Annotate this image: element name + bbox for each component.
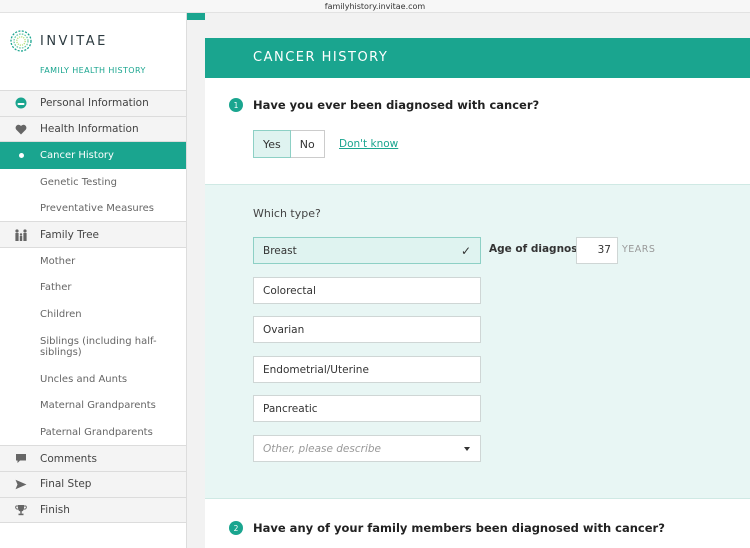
sidebar-item-label: Uncles and Aunts bbox=[40, 373, 128, 385]
option-label: Pancreatic bbox=[263, 402, 318, 415]
sidebar-item-label: Finish bbox=[40, 503, 70, 516]
sidebar-item-preventative-measures[interactable]: Preventative Measures bbox=[0, 196, 186, 223]
family-icon bbox=[14, 229, 28, 241]
cancer-type-option-pancreatic[interactable]: Pancreatic bbox=[253, 395, 481, 422]
page-title: CANCER HISTORY bbox=[205, 38, 750, 78]
send-icon bbox=[14, 478, 28, 490]
sidebar-item-label: Final Step bbox=[40, 478, 92, 491]
sidebar-item-children[interactable]: Children bbox=[0, 302, 186, 329]
active-dot-icon bbox=[14, 150, 28, 162]
option-label: Endometrial/Uterine bbox=[263, 363, 369, 376]
sidebar-item-label: Health Information bbox=[40, 123, 139, 135]
sidebar-item-label: Children bbox=[40, 309, 82, 321]
age-unit-label: YEARS bbox=[622, 244, 656, 255]
sidebar-item-label: Father bbox=[40, 282, 72, 294]
progress-indicator bbox=[187, 13, 205, 20]
sidebar-item-uncles-and-aunts[interactable]: Uncles and Aunts bbox=[0, 366, 186, 393]
comment-icon bbox=[14, 453, 28, 465]
sidebar-item-genetic-testing[interactable]: Genetic Testing bbox=[0, 169, 186, 196]
sidebar-item-father[interactable]: Father bbox=[0, 275, 186, 302]
sidebar-item-label: Cancer History bbox=[40, 149, 114, 161]
brand-name: INVITAE bbox=[40, 34, 108, 49]
question-number: 1 bbox=[229, 98, 243, 112]
sidebar-item-paternal-grandparents[interactable]: Paternal Grandparents bbox=[0, 420, 186, 447]
question-number: 2 bbox=[229, 521, 243, 535]
url-text: familyhistory.invitae.com bbox=[324, 2, 426, 11]
sidebar: INVITAE FAMILY HEALTH HISTORY Personal I… bbox=[0, 13, 187, 548]
sidebar-item-label: Maternal Grandparents bbox=[40, 400, 156, 412]
sidebar-item-label: Personal Information bbox=[40, 97, 149, 110]
age-of-diagnosis-label: Age of diagnosis bbox=[489, 243, 588, 255]
other-cancer-dropdown[interactable]: Other, please describe bbox=[253, 435, 481, 462]
option-label: Ovarian bbox=[263, 323, 305, 336]
sidebar-item-comments[interactable]: Comments bbox=[0, 445, 186, 472]
yes-button[interactable]: Yes bbox=[253, 130, 291, 158]
cancer-type-option-endometrial[interactable]: Endometrial/Uterine bbox=[253, 356, 481, 383]
sidebar-item-personal-information[interactable]: Personal Information bbox=[0, 90, 186, 117]
sidebar-item-cancer-history[interactable]: Cancer History bbox=[0, 142, 186, 170]
browser-url-bar[interactable]: familyhistory.invitae.com bbox=[0, 0, 750, 13]
invitae-logo-icon bbox=[10, 30, 32, 52]
brand-subtitle: FAMILY HEALTH HISTORY bbox=[40, 66, 146, 75]
sidebar-nav: Personal Information Health Information … bbox=[0, 90, 186, 524]
heart-icon bbox=[14, 123, 28, 135]
sidebar-item-label: Family Tree bbox=[40, 228, 100, 241]
sidebar-item-siblings[interactable]: Siblings (including half-siblings) bbox=[0, 328, 186, 366]
sidebar-item-label: Paternal Grandparents bbox=[40, 427, 153, 439]
which-type-label: Which type? bbox=[253, 207, 321, 220]
other-placeholder: Other, please describe bbox=[263, 442, 381, 455]
sidebar-item-label: Preventative Measures bbox=[40, 203, 155, 215]
sidebar-item-health-information[interactable]: Health Information bbox=[0, 115, 186, 143]
brand: INVITAE FAMILY HEALTH HISTORY bbox=[0, 13, 186, 91]
trophy-icon bbox=[14, 504, 28, 516]
sidebar-item-family-tree[interactable]: Family Tree bbox=[0, 221, 186, 249]
option-label: Colorectal bbox=[263, 284, 316, 297]
sidebar-item-label: Genetic Testing bbox=[40, 176, 117, 188]
sidebar-item-finish[interactable]: Finish bbox=[0, 496, 186, 524]
cancer-type-option-breast[interactable]: Breast ✓ bbox=[253, 237, 481, 264]
sidebar-item-final-step[interactable]: Final Step bbox=[0, 470, 186, 498]
no-button[interactable]: No bbox=[290, 130, 325, 158]
face-icon bbox=[14, 97, 28, 109]
sidebar-item-label: Siblings (including half-siblings) bbox=[40, 335, 157, 359]
option-label: Breast bbox=[263, 244, 297, 257]
sidebar-item-maternal-grandparents[interactable]: Maternal Grandparents bbox=[0, 393, 186, 420]
dont-know-link[interactable]: Don't know bbox=[339, 138, 398, 150]
sidebar-item-mother[interactable]: Mother bbox=[0, 248, 186, 275]
sidebar-item-label: Comments bbox=[40, 452, 97, 465]
cancer-type-option-colorectal[interactable]: Colorectal bbox=[253, 277, 481, 304]
cancer-type-panel: Which type? Breast ✓ Age of diagnosis 37… bbox=[205, 184, 750, 499]
chevron-down-icon bbox=[464, 447, 470, 451]
question-1: 1 Have you ever been diagnosed with canc… bbox=[229, 98, 539, 112]
question-text: Have you ever been diagnosed with cancer… bbox=[253, 98, 540, 112]
answer-toggle: Yes No bbox=[253, 130, 325, 158]
question-text: Have any of your family members been dia… bbox=[253, 521, 665, 535]
cancer-type-option-ovarian[interactable]: Ovarian bbox=[253, 316, 481, 343]
sidebar-item-label: Mother bbox=[40, 255, 76, 267]
main-content: CANCER HISTORY 1 Have you ever been diag… bbox=[205, 38, 750, 548]
question-2: 2 Have any of your family members been d… bbox=[229, 521, 665, 535]
age-of-diagnosis-input[interactable]: 37 bbox=[576, 237, 618, 264]
check-icon: ✓ bbox=[460, 244, 471, 258]
